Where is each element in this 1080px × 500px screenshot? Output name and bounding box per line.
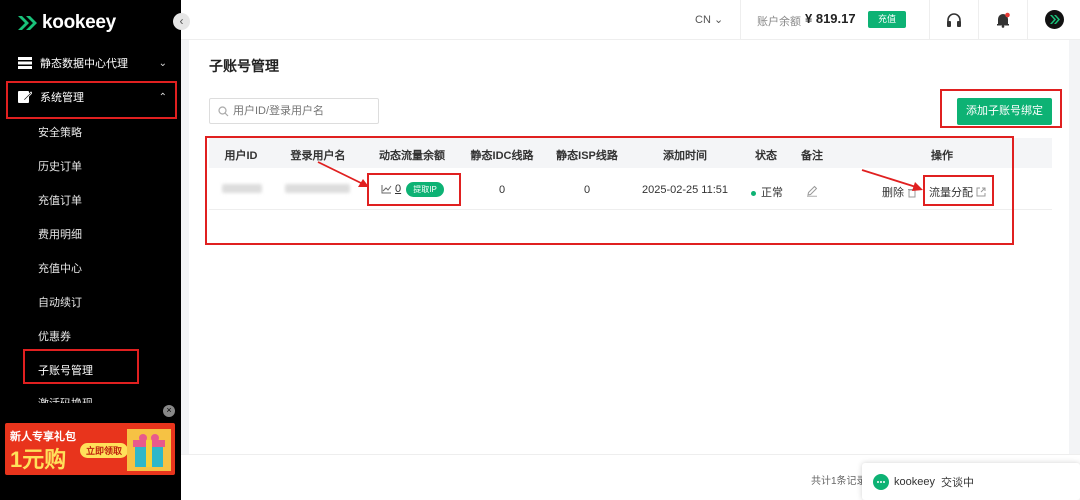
search-box[interactable] <box>209 98 379 124</box>
avatar-logo-icon <box>1050 15 1060 24</box>
avatar[interactable] <box>1045 10 1064 29</box>
sidebar-item-activation-code[interactable]: 激活码换现 <box>38 395 93 403</box>
annotation-box-sub-accounts <box>23 349 139 384</box>
search-input[interactable] <box>233 105 373 117</box>
sidebar-item-security-policy[interactable]: 安全策略 <box>38 124 82 140</box>
language-selector[interactable]: CN ⌄ <box>695 13 723 26</box>
promo-close-icon[interactable]: × <box>163 405 175 417</box>
annotation-box-add-button <box>940 89 1062 128</box>
nav-group-label: 静态数据中心代理 <box>40 58 128 70</box>
annotation-box-dynamic-flow <box>367 173 461 206</box>
promo-claim-button[interactable]: 立即领取 <box>80 443 129 458</box>
chat-status: 交谈中 <box>940 476 974 489</box>
gift-icon <box>127 429 171 471</box>
divider <box>929 0 930 40</box>
page-title: 子账号管理 <box>209 58 279 74</box>
divider <box>978 0 979 40</box>
headset-icon[interactable] <box>946 12 962 28</box>
search-icon <box>218 105 229 116</box>
promo-price: 1元购 <box>10 447 67 472</box>
logo-text: kookeey <box>42 12 116 33</box>
nav-group-static-dc-proxy[interactable]: 静态数据中心代理 ⌄ <box>0 48 181 78</box>
chat-widget[interactable]: kookeey 交谈中 <box>862 463 1080 500</box>
chat-brand: kookeey <box>894 475 935 488</box>
sidebar-item-recharge-orders[interactable]: 充值订单 <box>38 192 82 208</box>
divider <box>740 0 741 40</box>
divider <box>1027 0 1028 40</box>
logo-icon <box>18 16 37 30</box>
promo-banner[interactable]: 新人专享礼包 1元购 立即领取 <box>5 423 175 475</box>
chat-bubble-icon <box>873 473 889 490</box>
annotation-box-system-management <box>6 81 177 119</box>
balance-label: 账户余额 <box>757 16 801 28</box>
recharge-button[interactable]: 充值 <box>868 11 906 28</box>
sidebar-item-recharge-center[interactable]: 充值中心 <box>38 260 82 276</box>
bell-icon[interactable] <box>995 12 1011 28</box>
annotation-arrow-dynamic-flow <box>317 161 369 187</box>
chat-dots-icon <box>877 480 885 483</box>
sidebar-item-order-history[interactable]: 历史订单 <box>38 158 82 174</box>
sidebar-item-auto-renew[interactable]: 自动续订 <box>38 294 82 310</box>
list-icon <box>18 57 32 69</box>
sidebar: kookeey 静态数据中心代理 ⌄ 系统管理 ⌃ 安全策略 历史订单 充值订单… <box>0 0 181 500</box>
logo[interactable]: kookeey <box>16 12 116 34</box>
sidebar-collapse-button[interactable]: ‹ <box>173 13 190 30</box>
chevron-down-icon: ⌄ <box>158 57 167 69</box>
sidebar-item-expense-details[interactable]: 费用明细 <box>38 226 82 242</box>
balance-value: ¥ 819.17 <box>805 11 856 26</box>
annotation-arrow-flow-allocation <box>861 169 923 191</box>
sidebar-item-coupons[interactable]: 优惠券 <box>38 328 71 344</box>
annotation-box-flow-allocation <box>923 175 994 206</box>
total-records: 共计1条记录 <box>811 476 867 487</box>
